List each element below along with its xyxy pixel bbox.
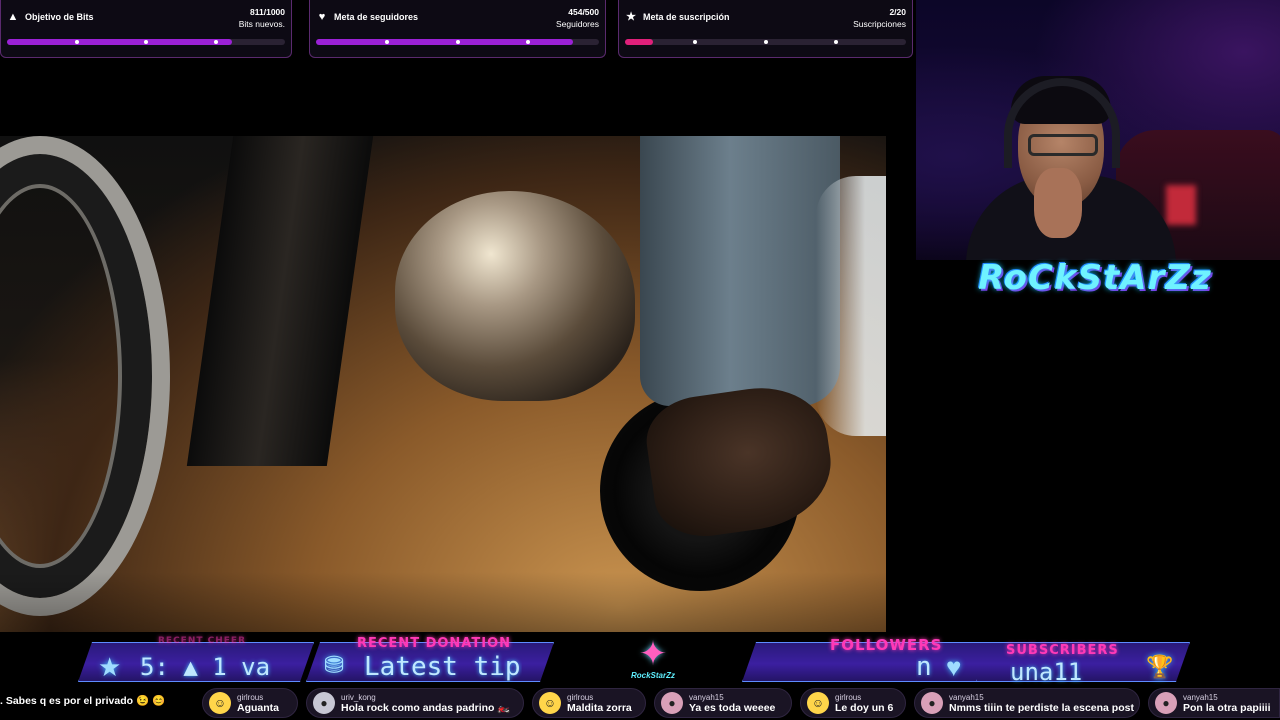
goal-count: 2/20 (889, 7, 906, 17)
subscribers-value: una11 (1010, 658, 1083, 686)
goal-milestone-dot (833, 40, 838, 44)
alerts-banner: RECENT CHEER ★ 5: ▲ 1 va RECENT DONATION… (0, 634, 1280, 688)
heart-icon: ♥ (946, 652, 962, 682)
recent-cheer-value: 5: ▲ 1 va (140, 653, 271, 681)
goal-progress-bar (316, 39, 599, 45)
bits-goal-widget: ▲ Objetivo de Bits 811/1000 Bits nuevos. (0, 0, 292, 58)
chat-message-text: Ya es toda weeee (689, 702, 776, 714)
chat-message: ☺ girlrous Aguanta (202, 688, 298, 718)
chat-message: ☺ girlrous Maldita zorra (532, 688, 646, 718)
subscription-goal-widget: ★ Meta de suscripción 2/20 Suscripciones (618, 0, 913, 58)
goal-title: Meta de suscripción (643, 12, 730, 22)
trophy-icon: 🏆 (1146, 654, 1174, 679)
followers-goal-widget: ♥ Meta de seguidores 454/500 Seguidores (309, 0, 606, 58)
recent-cheer-title: RECENT CHEER (158, 636, 246, 646)
background-haze (816, 176, 886, 436)
recent-donation-value: Latest tip (364, 652, 521, 682)
goal-progress-bar (7, 39, 285, 45)
chat-message-text: Aguanta (237, 702, 279, 714)
goal-progress-fill (7, 39, 233, 45)
chat-message-text: Hola rock como andas padrino 🏍️ (341, 702, 511, 714)
goal-subtitle: Seguidores (555, 19, 599, 29)
channel-logo: RoCkStArZz (978, 258, 1212, 298)
chat-message-text: Le doy un 6 (835, 702, 894, 714)
motorcycle-frame (186, 136, 374, 466)
chat-message-text: . Sabes q es por el privado 😉 😊 (0, 695, 166, 707)
chat-message: ● vanyah15 Nmms tiiin te perdiste la esce… (914, 688, 1140, 718)
channel-mascot: ✦ RockStarZz (617, 634, 689, 688)
goal-subtitle: Suscripciones (853, 19, 906, 29)
chat-message: ● vanyah15 Pon la otra papiiii (1148, 688, 1280, 718)
goal-milestone-dot (763, 40, 768, 44)
star-icon: ★ (98, 652, 122, 682)
goal-count: 454/500 (568, 7, 599, 17)
red-light (1166, 185, 1196, 225)
user-avatar-icon: ● (661, 692, 683, 714)
motorcycle-rear-wheel (0, 136, 170, 616)
mascot-star-icon: ✦ (638, 635, 668, 673)
user-avatar-icon: ☺ (209, 692, 231, 714)
goal-title: Meta de seguidores (334, 12, 419, 22)
subscribers-title: SUBSCRIBERS (1006, 643, 1119, 658)
rider-boot (641, 379, 839, 543)
chat-message: ● vanyah15 Ya es toda weeee (654, 688, 792, 718)
chat-message: ☺ girlrous Le doy un 6 (800, 688, 906, 718)
chat-ticker: . Sabes q es por el privado 😉 😊 ☺ girlro… (0, 686, 1280, 720)
chat-message-text: Pon la otra papiiii (1183, 702, 1271, 714)
rider-leg (640, 136, 840, 406)
goal-progress-fill (625, 39, 654, 45)
goal-progress-bar (625, 39, 906, 45)
glasses (1028, 134, 1098, 156)
goal-milestone-dot (74, 40, 79, 44)
recent-donation-title: RECENT DONATION (357, 636, 511, 651)
followers-value: n (916, 652, 932, 682)
webcam-feed (916, 0, 1280, 260)
goal-progress-fill (316, 39, 573, 45)
goal-milestone-dot (693, 40, 698, 44)
chat-message: ● uriv_kong Hola rock como andas padrino … (306, 688, 524, 718)
goal-subtitle: Bits nuevos. (238, 19, 285, 29)
chat-message-text: Nmms tiiin te perdiste la escena post (949, 702, 1134, 714)
video-player[interactable] (0, 136, 886, 632)
goal-count: 811/1000 (250, 7, 285, 17)
user-avatar-icon: ● (313, 692, 335, 714)
ground-shadow (0, 572, 886, 632)
goal-milestone-dot (144, 40, 148, 44)
mascot-label: RockStarZz (630, 671, 675, 680)
goal-milestone-dot (455, 40, 460, 44)
followers-icon: ♥ (318, 10, 326, 23)
coins-icon: ⛃ (324, 652, 345, 679)
user-avatar-icon: ☺ (539, 692, 561, 714)
goal-milestone-dot (213, 40, 218, 44)
streamer-hand (1034, 168, 1082, 238)
goal-milestone-dot (384, 40, 389, 44)
user-avatar-icon: ● (1155, 692, 1177, 714)
subscription-icon: ★ (626, 10, 636, 23)
motorcycle-engine (395, 191, 635, 401)
goal-title: Objetivo de Bits (25, 12, 94, 22)
bits-icon: ▲ (7, 10, 19, 23)
chat-message-text: Maldita zorra (567, 702, 632, 714)
user-avatar-icon: ● (921, 692, 943, 714)
user-avatar-icon: ☺ (807, 692, 829, 714)
